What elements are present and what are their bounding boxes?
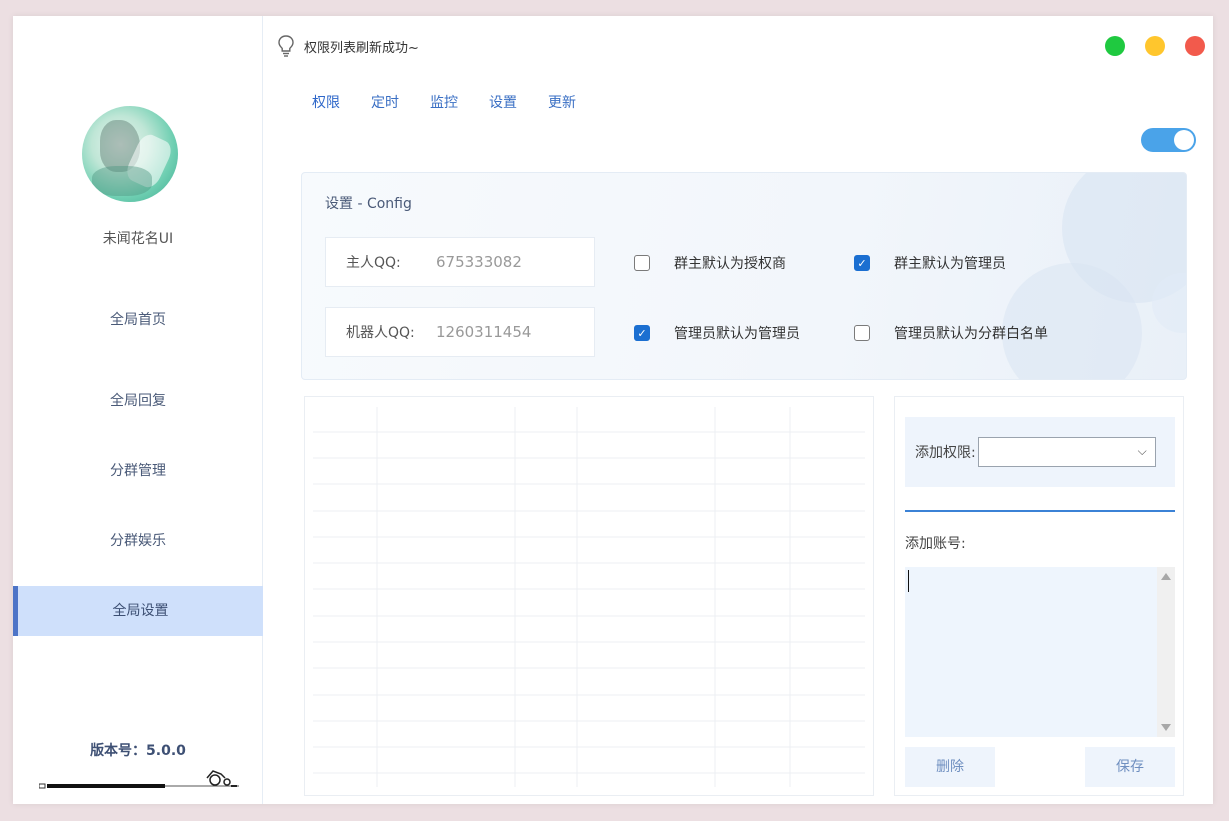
- tab-update[interactable]: 更新: [548, 92, 576, 112]
- scroll-down-icon[interactable]: [1161, 724, 1171, 731]
- sidebar-item-global-home[interactable]: 全局首页: [13, 295, 263, 345]
- checkbox-label: 群主默认为管理员: [894, 256, 1006, 272]
- close-button[interactable]: [1185, 36, 1205, 56]
- delete-button[interactable]: 删除: [905, 747, 995, 787]
- checkbox-owner-admin[interactable]: 群主默认为管理员: [854, 253, 1006, 273]
- sidebar-item-global-settings[interactable]: 全局设置: [13, 586, 263, 636]
- chevron-down-icon: ⌵: [1137, 444, 1147, 458]
- checkbox-box: [634, 255, 650, 271]
- maximize-button[interactable]: [1105, 36, 1125, 56]
- permissions-table[interactable]: [304, 396, 874, 796]
- checkbox-box: [854, 325, 870, 341]
- feature-toggle[interactable]: [1141, 128, 1196, 152]
- add-permission-panel: 添加权限: ⌵ 添加账号: 删除 保存: [894, 396, 1184, 796]
- sidebar-item-group-manage[interactable]: 分群管理: [13, 446, 263, 496]
- textarea-scrollbar[interactable]: [1157, 567, 1175, 737]
- add-permission-row: 添加权限: ⌵: [905, 417, 1175, 487]
- config-card: 设置 - Config 主人QQ: 675333082 机器人QQ: 12603…: [301, 172, 1187, 380]
- owner-qq-label: 主人QQ:: [346, 255, 401, 271]
- minimize-button[interactable]: [1145, 36, 1165, 56]
- footer-decoration: [39, 770, 239, 789]
- checkbox-box: [854, 255, 870, 271]
- tab-settings[interactable]: 设置: [489, 92, 517, 112]
- window-controls: [1105, 36, 1205, 56]
- username: 未闻花名UI: [102, 231, 174, 247]
- sidebar-item-group-entertainment[interactable]: 分群娱乐: [13, 516, 263, 566]
- tab-monitor[interactable]: 监控: [430, 92, 458, 112]
- save-button[interactable]: 保存: [1085, 747, 1175, 787]
- version-label: 版本号：5.0.0: [90, 743, 186, 759]
- tab-permissions[interactable]: 权限: [312, 92, 340, 112]
- table-grid: [313, 407, 865, 787]
- toggle-knob: [1174, 130, 1194, 150]
- checkbox-admin-whitelist[interactable]: 管理员默认为分群白名单: [854, 323, 1048, 343]
- bot-qq-label: 机器人QQ:: [346, 325, 415, 341]
- checkbox-box: [634, 325, 650, 341]
- tab-schedule[interactable]: 定时: [371, 92, 399, 112]
- bot-qq-input[interactable]: 1260311454: [436, 323, 586, 341]
- sidebar: 未闻花名UI 全局首页 全局回复 分群管理 分群娱乐 全局设置 版本号：5.0.…: [13, 16, 263, 804]
- text-caret: [908, 570, 909, 592]
- tab-bar: 权限 定时 监控 设置 更新: [312, 92, 607, 112]
- status-message: 权限列表刷新成功~: [304, 40, 419, 56]
- sidebar-item-global-reply[interactable]: 全局回复: [13, 376, 263, 426]
- app-window: 未闻花名UI 全局首页 全局回复 分群管理 分群娱乐 全局设置 版本号：5.0.…: [13, 16, 1213, 804]
- config-title: 设置 - Config: [325, 196, 412, 212]
- permission-select[interactable]: ⌵: [977, 437, 1156, 467]
- checkbox-label: 群主默认为授权商: [674, 256, 786, 272]
- scroll-up-icon[interactable]: [1161, 573, 1171, 580]
- owner-qq-field: 主人QQ: 675333082: [325, 237, 595, 287]
- main-content: 权限列表刷新成功~ 权限 定时 监控 设置 更新 设置 - Config 主人Q…: [264, 16, 1213, 804]
- owner-qq-input[interactable]: 675333082: [436, 253, 586, 271]
- account-textarea[interactable]: [905, 567, 1175, 737]
- checkbox-label: 管理员默认为管理员: [674, 326, 800, 342]
- avatar: [82, 106, 178, 202]
- bot-qq-field: 机器人QQ: 1260311454: [325, 307, 595, 357]
- checkbox-label: 管理员默认为分群白名单: [894, 326, 1048, 342]
- divider: [905, 510, 1175, 512]
- add-permission-label: 添加权限:: [915, 445, 976, 461]
- lightbulb-icon: [278, 35, 294, 57]
- checkbox-admin-admin[interactable]: 管理员默认为管理员: [634, 323, 800, 343]
- status-bar: 权限列表刷新成功~: [278, 34, 419, 58]
- add-account-label: 添加账号:: [905, 536, 966, 552]
- checkbox-owner-authorizer[interactable]: 群主默认为授权商: [634, 253, 786, 273]
